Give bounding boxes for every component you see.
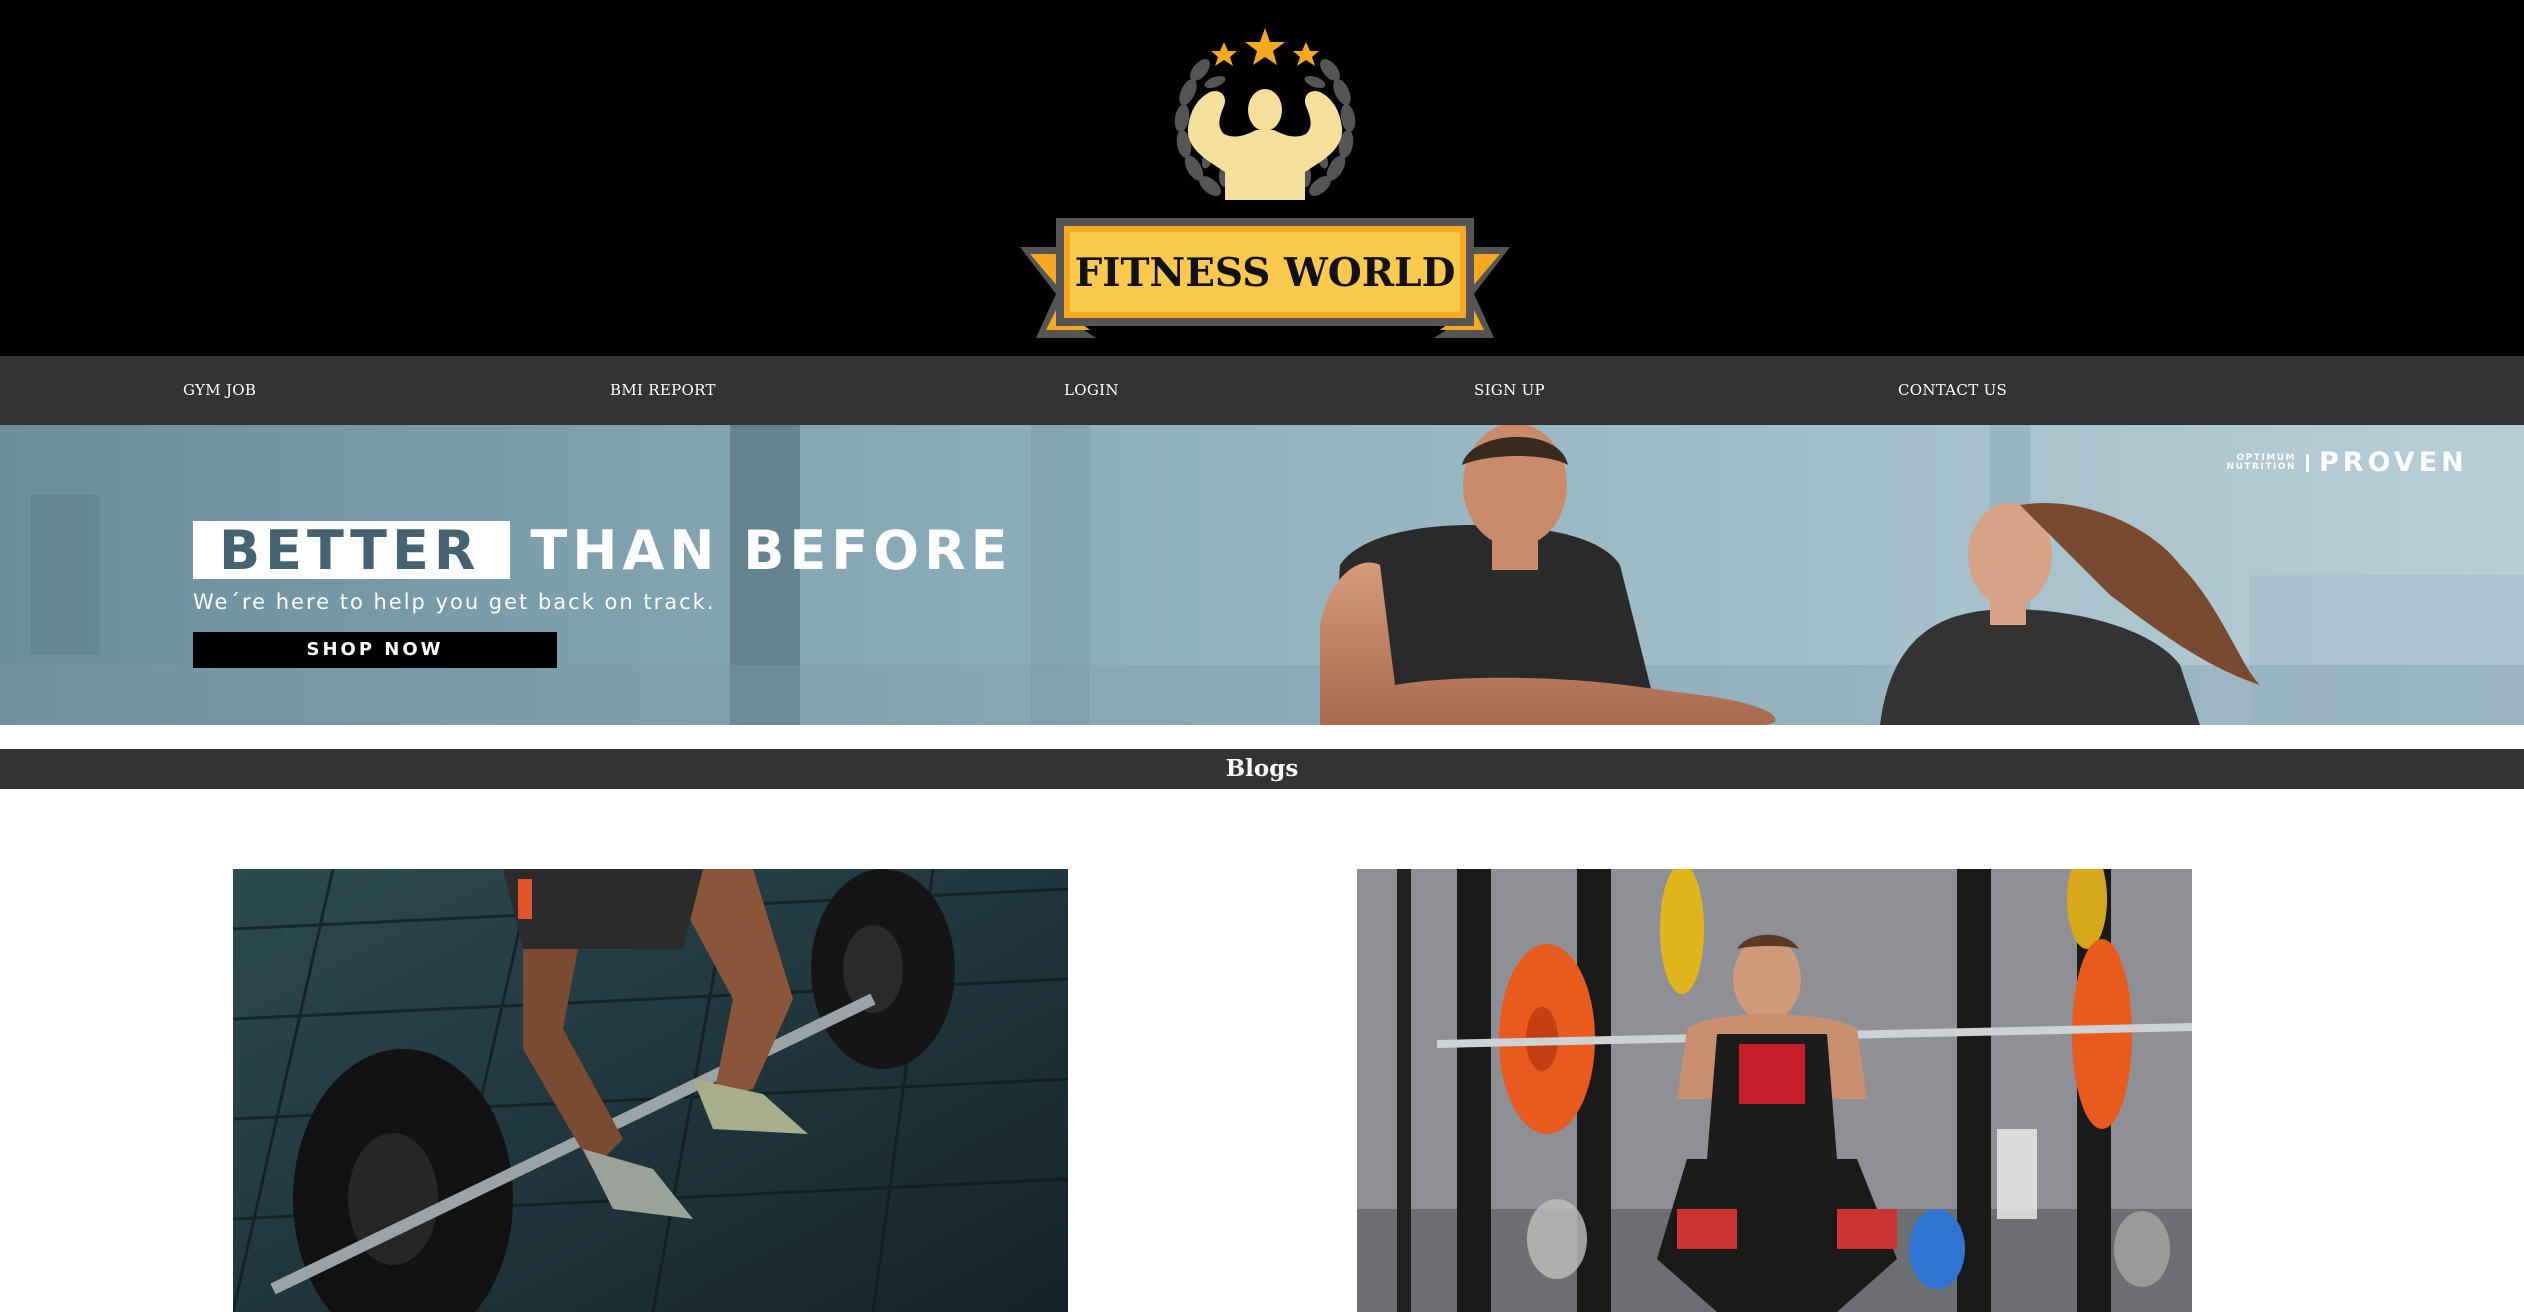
banner-headline: BETTER THAN BEFORE	[193, 518, 1013, 582]
proven-brand-logo: OPTIMUM NUTRITION PROVEN	[2196, 447, 2468, 478]
nav-bmi-report[interactable]: BMI REPORT	[610, 356, 716, 425]
brand-small-text: OPTIMUM NUTRITION	[2196, 453, 2309, 472]
banner-subtext: We´re here to help you get back on track…	[193, 590, 716, 614]
nav-gym-job[interactable]: GYM JOB	[183, 356, 256, 425]
headline-rest: THAN BEFORE	[530, 518, 1013, 582]
shop-now-button[interactable]: SHOP NOW	[193, 632, 557, 668]
deadlift-photo	[233, 869, 1068, 1312]
fitness-world-logo[interactable]: FITNESS WORLD	[1010, 22, 1520, 346]
headline-highlight: BETTER	[193, 521, 511, 581]
nav-sign-up[interactable]: SIGN UP	[1474, 356, 1545, 425]
blog-list	[0, 789, 2524, 1312]
squat-rack-photo	[1357, 869, 2192, 1312]
blog-card-image[interactable]	[233, 869, 1068, 1312]
main-nav: GYM JOB BMI REPORT LOGIN SIGN UP CONTACT…	[0, 356, 2524, 425]
section-gap	[0, 725, 2524, 749]
svg-text:FITNESS WORLD: FITNESS WORLD	[1075, 250, 1456, 296]
blogs-header: Blogs	[0, 749, 2524, 789]
blog-card-image[interactable]	[1357, 869, 2192, 1312]
nav-login[interactable]: LOGIN	[1064, 356, 1119, 425]
brand-large-text: PROVEN	[2319, 447, 2468, 478]
nav-contact-us[interactable]: CONTACT US	[1898, 356, 2007, 425]
logo-graphic: FITNESS WORLD	[1020, 28, 1510, 338]
site-header: FITNESS WORLD	[0, 0, 2524, 356]
hero-banner: BETTER THAN BEFORE We´re here to help yo…	[0, 425, 2524, 725]
